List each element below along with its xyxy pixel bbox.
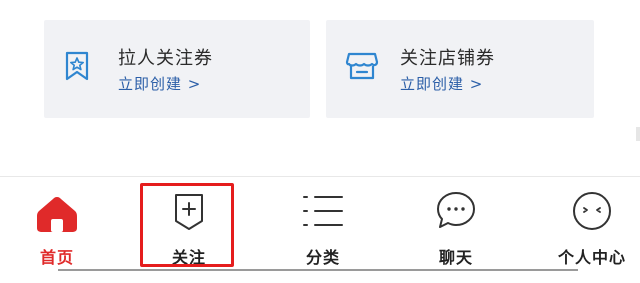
home-icon xyxy=(37,197,77,232)
tab-home[interactable]: 首页 xyxy=(24,177,90,277)
create-now-link[interactable]: 立即创建 > xyxy=(400,73,483,94)
menu-lines-icon xyxy=(303,196,343,226)
tab-label: 个人中心 xyxy=(557,248,626,267)
coupon-card-store-follow[interactable]: 关注店铺券 立即创建 > xyxy=(326,20,594,118)
tab-chat[interactable]: 聊天 xyxy=(418,177,494,277)
profile-face-icon xyxy=(573,192,611,230)
card-title: 拉人关注券 xyxy=(118,48,213,69)
highlight-annotation xyxy=(140,183,234,267)
card-title: 关注店铺券 xyxy=(400,48,495,69)
ribbon-star-icon xyxy=(65,51,89,81)
store-awning-icon xyxy=(345,52,379,80)
tab-label: 聊天 xyxy=(438,248,473,267)
chat-bubble-icon xyxy=(437,192,475,228)
tab-label: 分类 xyxy=(305,248,340,267)
coupon-card-referral[interactable]: 拉人关注券 立即创建 > xyxy=(44,20,310,118)
tab-profile[interactable]: 个人中心 xyxy=(548,177,636,277)
tab-label: 首页 xyxy=(39,248,74,267)
tab-category[interactable]: 分类 xyxy=(280,177,366,277)
create-now-link[interactable]: 立即创建 > xyxy=(118,73,201,94)
scroll-edge xyxy=(636,127,640,141)
home-indicator xyxy=(58,269,578,271)
bottom-tab-bar: 首页 关注 分类 聊天 个人中心 xyxy=(0,176,640,283)
